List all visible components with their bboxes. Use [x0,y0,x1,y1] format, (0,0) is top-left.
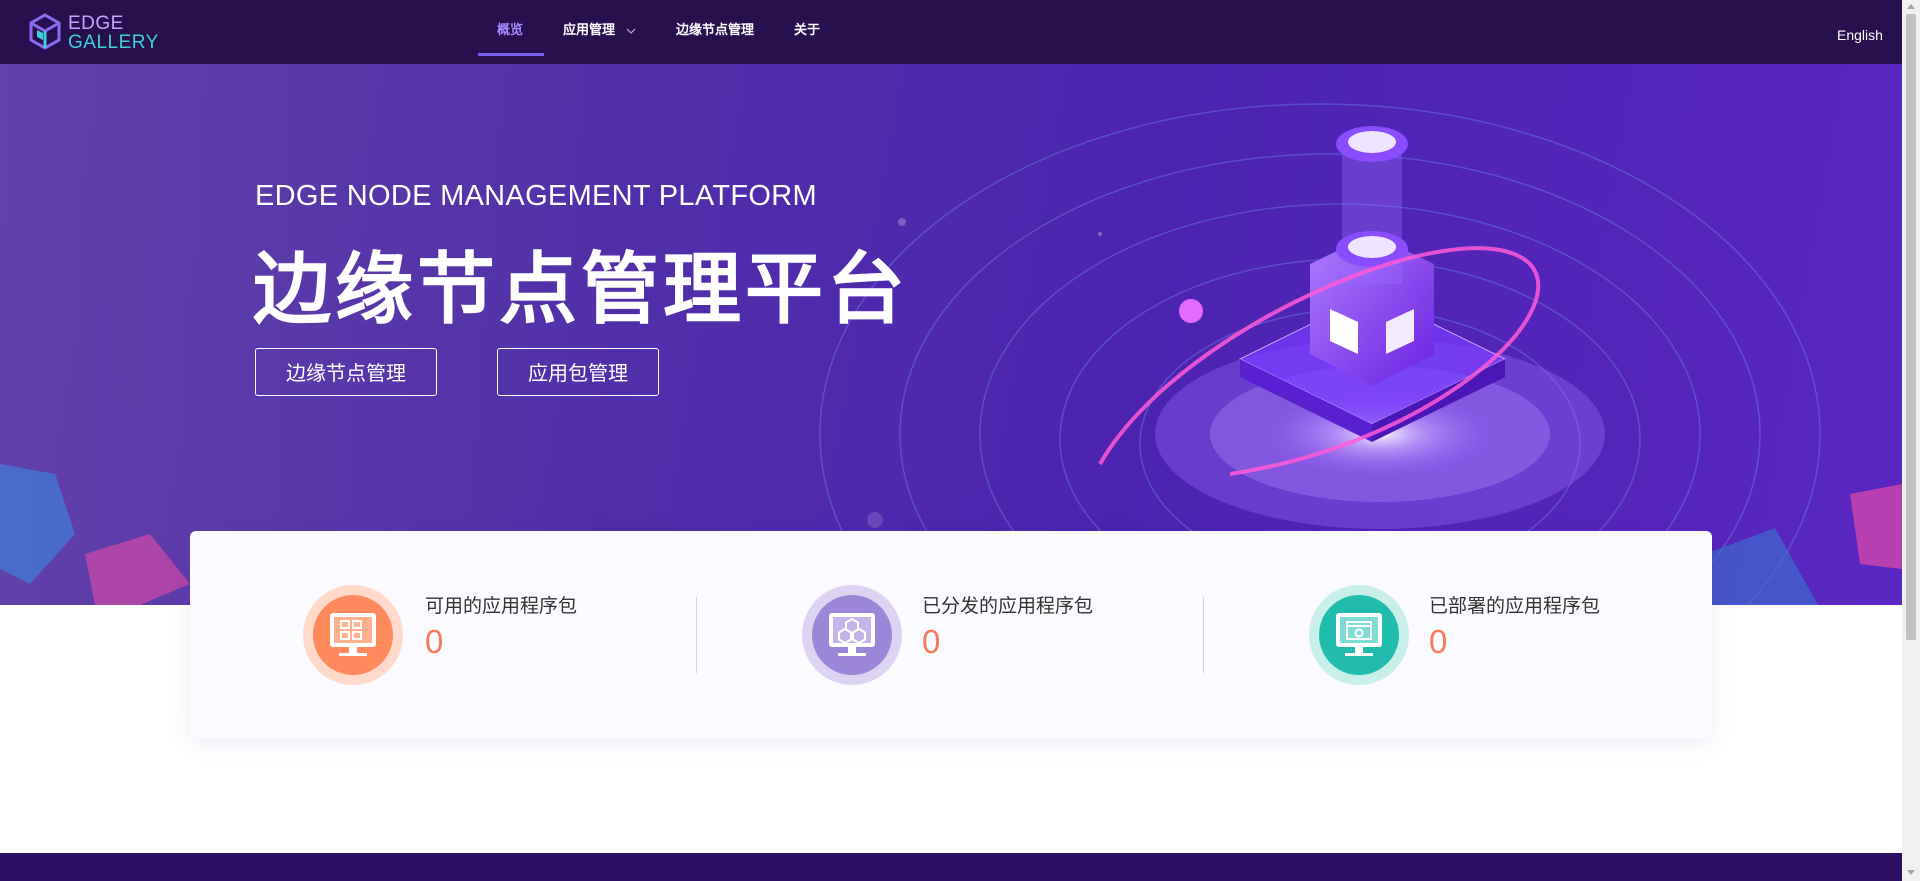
scrollbar-thumb[interactable] [1906,14,1916,640]
stat-label: 已部署的应用程序包 [1429,595,1601,617]
scroll-up-arrow-icon[interactable] [1907,4,1915,9]
edge-node-management-button[interactable]: 边缘节点管理 [255,348,437,396]
logo-text-edge: EDGE [68,13,124,34]
nav-about[interactable]: 关于 [794,0,820,64]
stat-divider [1203,597,1204,673]
nav-app-management[interactable]: 应用管理 [563,0,636,64]
nav-app-management-label: 应用管理 [563,23,616,38]
logo-wordmark: EDGE GALLERY [68,14,159,52]
apps-grid-monitor-icon [303,585,403,685]
stat-distributed-packages: 已分发的应用程序包 0 [802,531,1162,738]
logo-text-gallery: GALLERY [68,32,159,53]
hexagon-monitor-icon [802,585,902,685]
stat-deployed-packages: 已部署的应用程序包 0 [1309,531,1669,738]
statistics-card: 可用的应用程序包 0 已分发的应用程序包 0 已部署的应用程序包 0 [190,531,1712,738]
stat-value: 0 [1429,623,1448,660]
nav-edge-node-management[interactable]: 边缘节点管理 [676,0,754,64]
chevron-down-icon [626,28,635,34]
nav-active-indicator [478,53,544,56]
stat-available-packages: 可用的应用程序包 0 [303,531,663,738]
hero-subtitle: EDGE NODE MANAGEMENT PLATFORM [255,180,817,212]
stat-value: 0 [425,623,444,660]
cube-logo-icon [29,13,61,50]
stat-divider [696,597,697,673]
deploy-window-monitor-icon [1309,585,1409,685]
footer-bar [0,853,1902,881]
edgegallery-logo[interactable]: EDGE GALLERY [28,13,163,53]
stat-label: 已分发的应用程序包 [922,595,1094,617]
stat-value: 0 [922,623,941,660]
scroll-down-arrow-icon[interactable] [1907,870,1915,875]
hero-banner: EDGE NODE MANAGEMENT PLATFORM 边缘节点管理平台 边… [0,64,1902,605]
app-package-management-button[interactable]: 应用包管理 [497,348,659,396]
top-navbar: EDGE GALLERY 概览 应用管理 边缘节点管理 关于 English [0,0,1902,64]
language-switch[interactable]: English [1837,27,1883,43]
page-scrollbar[interactable] [1902,0,1920,881]
hero-title: 边缘节点管理平台 [253,245,910,335]
stat-label: 可用的应用程序包 [425,595,578,617]
